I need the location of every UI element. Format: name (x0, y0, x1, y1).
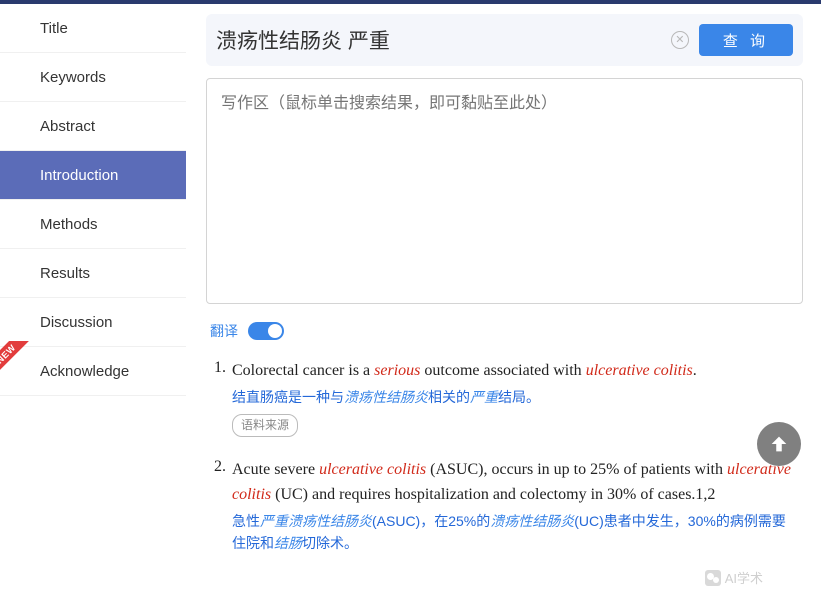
translate-row: 翻译 (210, 321, 803, 341)
result-number: 1. (210, 359, 232, 438)
result-body: Colorectal cancer is a serious outcome a… (232, 359, 799, 438)
search-input[interactable] (216, 22, 661, 58)
source-button[interactable]: 语料来源 (232, 414, 298, 437)
clear-icon[interactable]: ✕ (671, 31, 689, 49)
sidebar: Title Keywords Abstract Introduction Met… (0, 4, 186, 591)
sidebar-item-discussion[interactable]: Discussion (0, 298, 186, 347)
sidebar-item-label: Results (40, 265, 90, 282)
result-body: Acute severe ulcerative colitis (ASUC), … (232, 458, 799, 554)
scroll-top-button[interactable] (757, 422, 801, 466)
sidebar-item-results[interactable]: Results (0, 249, 186, 298)
result-number: 2. (210, 458, 232, 554)
sidebar-item-introduction[interactable]: Introduction (0, 151, 186, 200)
results-list: 1. Colorectal cancer is a serious outcom… (206, 359, 803, 554)
search-bar: ✕ 查 询 (206, 14, 803, 66)
result-en: Colorectal cancer is a serious outcome a… (232, 362, 697, 379)
new-badge: NEW (0, 341, 32, 379)
sidebar-item-keywords[interactable]: Keywords (0, 53, 186, 102)
result-cn: 急性严重溃疡性结肠炎(ASUC)，在25%的溃疡性结肠炎(UC)患者中发生，30… (232, 510, 799, 555)
result-cn: 结直肠癌是一种与溃疡性结肠炎相关的严重结局。 (232, 386, 799, 408)
sidebar-item-label: Title (40, 20, 68, 37)
translate-toggle[interactable] (248, 322, 284, 340)
sidebar-item-abstract[interactable]: Abstract (0, 102, 186, 151)
result-item[interactable]: 2. Acute severe ulcerative colitis (ASUC… (210, 458, 799, 554)
sidebar-item-label: Discussion (40, 314, 113, 331)
result-item[interactable]: 1. Colorectal cancer is a serious outcom… (210, 359, 799, 438)
translate-label: 翻译 (210, 321, 238, 341)
result-en: Acute severe ulcerative colitis (ASUC), … (232, 461, 791, 503)
toggle-knob (268, 324, 282, 338)
sidebar-item-title[interactable]: Title (0, 4, 186, 53)
sidebar-item-label: Acknowledge (40, 363, 129, 380)
main-content: ✕ 查 询 翻译 1. Colorectal cancer is a serio… (186, 4, 821, 591)
arrow-up-icon (768, 433, 790, 455)
writing-textarea[interactable] (206, 78, 803, 304)
sidebar-item-methods[interactable]: Methods (0, 200, 186, 249)
sidebar-item-acknowledge[interactable]: NEW Acknowledge (0, 347, 186, 396)
sidebar-item-label: Abstract (40, 118, 95, 135)
query-button[interactable]: 查 询 (699, 24, 793, 56)
sidebar-item-label: Keywords (40, 69, 106, 86)
sidebar-item-label: Methods (40, 216, 98, 233)
sidebar-item-label: Introduction (40, 167, 118, 184)
